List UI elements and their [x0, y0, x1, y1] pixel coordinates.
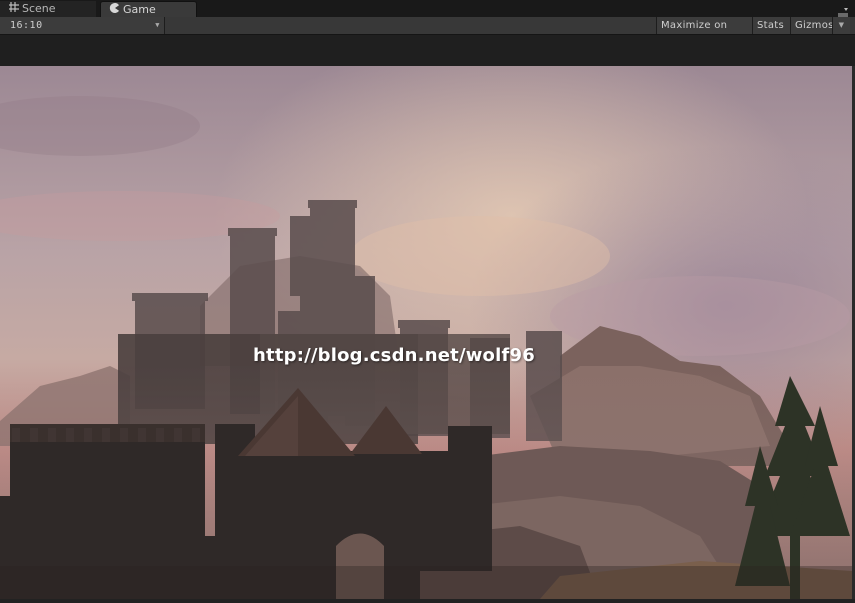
gizmos-dropdown-chevron-icon[interactable]: ▼ [832, 17, 850, 34]
chevron-down-icon: ▼ [155, 21, 160, 29]
watermark-text: http://blog.csdn.net/wolf96 [253, 345, 535, 366]
aspect-ratio-value: 16:10 [10, 20, 43, 31]
unity-game-window: Scene Game 16:10 ▼ Maximize on Play Stat… [0, 0, 855, 603]
stats-button[interactable]: Stats [752, 17, 790, 34]
viewport-letterbox [0, 35, 855, 66]
maximize-on-play-button[interactable]: Maximize on Play [656, 17, 752, 48]
game-scene-render [0, 66, 852, 599]
aspect-ratio-dropdown[interactable]: 16:10 ▼ [0, 17, 165, 34]
tab-scene[interactable]: Scene [0, 1, 96, 17]
grid-icon [8, 1, 20, 18]
tab-game-label: Game [123, 3, 156, 16]
game-viewport[interactable]: http://blog.csdn.net/wolf96 [0, 66, 852, 599]
tab-strip: Scene Game [0, 0, 855, 19]
viewport-bottom-border [0, 599, 855, 603]
gizmos-button[interactable]: Gizmos [790, 17, 837, 34]
tab-scene-label: Scene [22, 2, 56, 15]
panel-menu-icon[interactable] [837, 4, 849, 19]
game-toolbar: 16:10 ▼ Maximize on Play Stats Gizmos ▼ [0, 17, 855, 48]
tab-game[interactable]: Game [100, 1, 197, 17]
